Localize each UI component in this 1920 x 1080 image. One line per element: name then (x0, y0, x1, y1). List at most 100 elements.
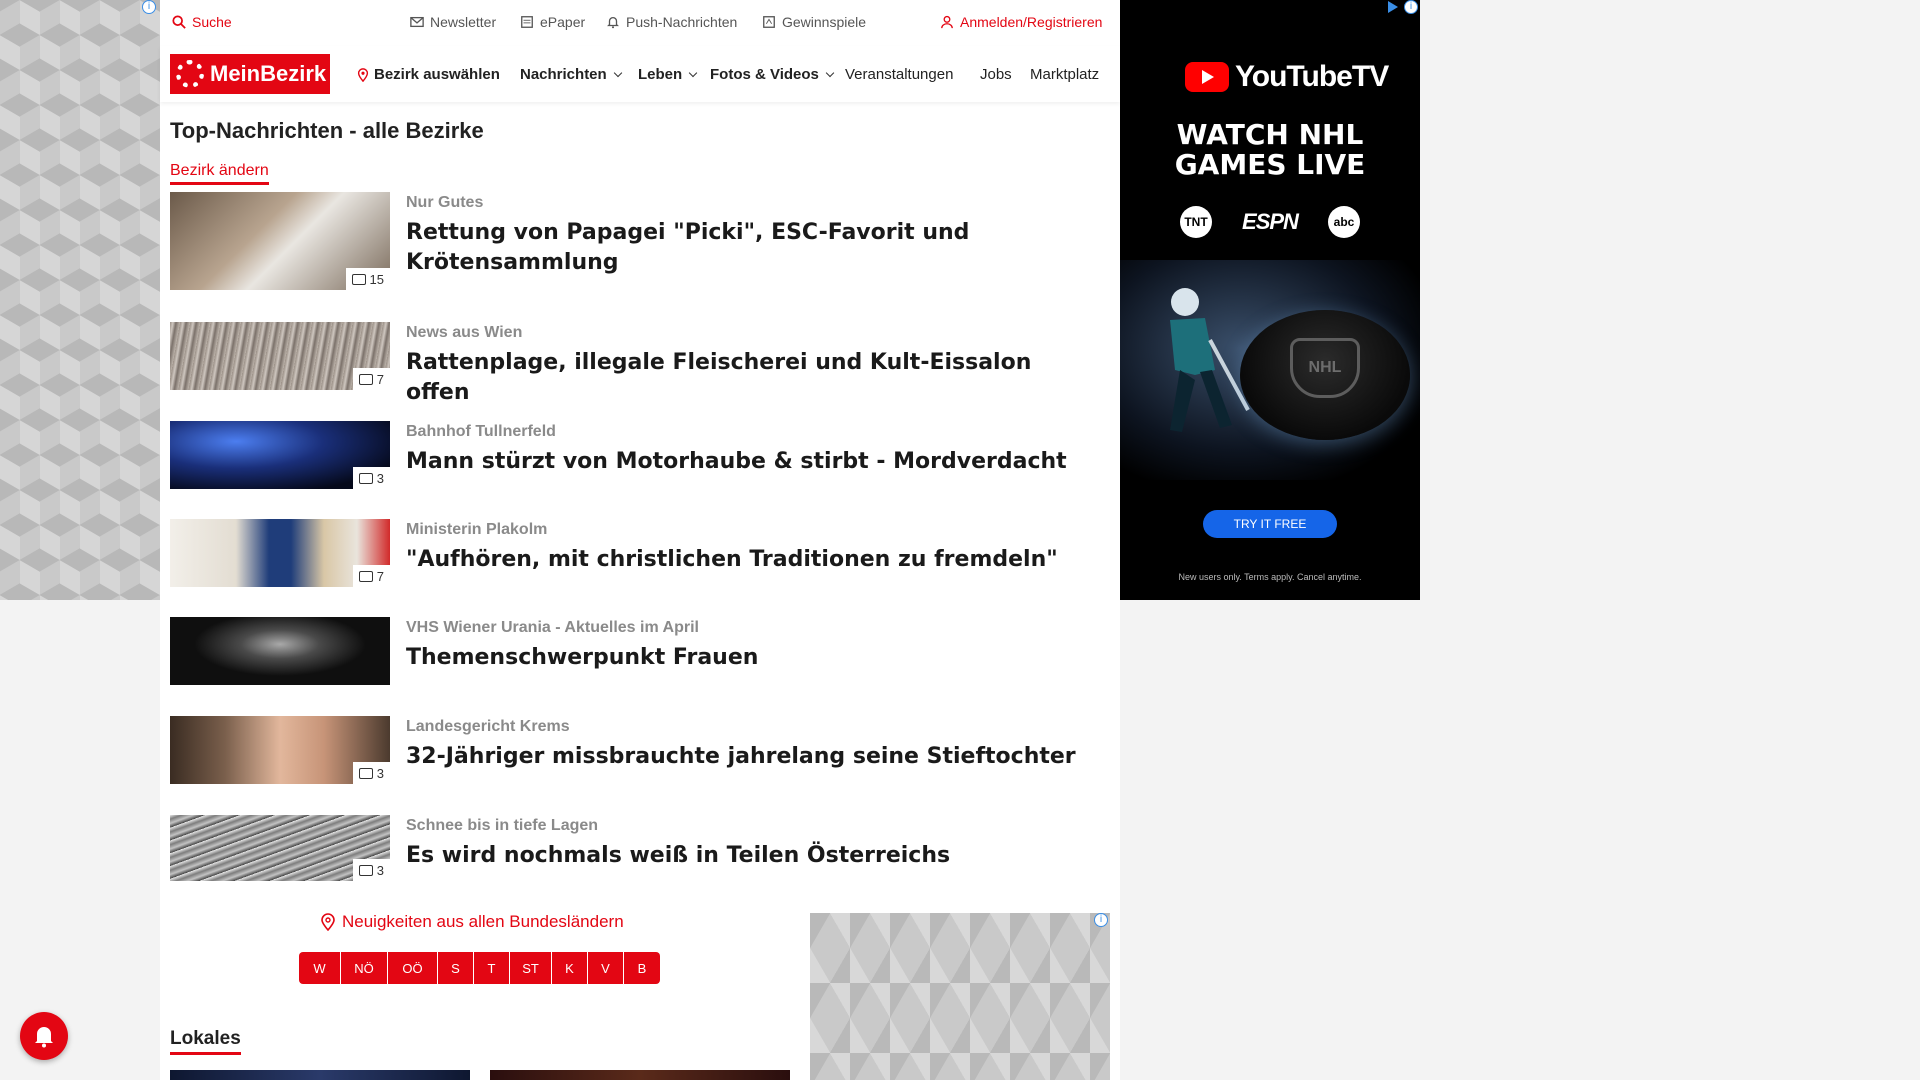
ad-info-icon[interactable]: i (142, 0, 156, 14)
article-kicker: VHS Wiener Urania - Aktuelles im April (406, 619, 699, 636)
nav-overflow-fade (1100, 46, 1120, 102)
push-link[interactable]: Push-Nachrichten (606, 14, 737, 30)
nav-item-nachrichten[interactable]: Nachrichten (520, 66, 622, 83)
article-headline[interactable]: Themenschwerpunkt Frauen (406, 643, 1096, 673)
article-image[interactable]: 3 (170, 815, 390, 881)
state-button-st[interactable]: ST (510, 952, 552, 984)
article-item[interactable]: 3 Landesgericht Krems 32-Jähriger missbr… (170, 716, 1100, 784)
newsletter-link[interactable]: Newsletter (410, 14, 496, 30)
nav-item-fotos-videos[interactable]: Fotos & Videos (710, 66, 835, 83)
article-kicker: Bahnhof Tullnerfeld (406, 423, 556, 440)
states-heading[interactable]: Neuigkeiten aus allen Bundesländern (320, 912, 624, 932)
logo-text: MeinBezirk (210, 61, 327, 86)
article-image[interactable]: 3 (170, 716, 390, 784)
district-select-label: Bezirk auswählen (374, 66, 500, 83)
top-utility-bar: Suche Newsletter ePaper Push-Nachrichten… (160, 0, 1120, 46)
article-image[interactable] (170, 617, 390, 685)
state-button-ooe[interactable]: OÖ (388, 952, 438, 984)
article-item[interactable]: VHS Wiener Urania - Aktuelles im April T… (170, 617, 1100, 685)
gallery-icon (358, 472, 373, 484)
gallery-count: 7 (376, 371, 384, 387)
gallery-count: 3 (376, 470, 384, 486)
gallery-icon (358, 864, 373, 876)
article-headline[interactable]: Rettung von Papagei "Picki", ESC-Favorit… (406, 218, 1096, 278)
ad-headline-line: GAMES LIVE (1174, 148, 1366, 181)
local-article-image[interactable] (170, 1070, 470, 1080)
site-logo[interactable]: MeinBezirk (170, 54, 330, 94)
district-select[interactable]: Bezirk auswählen (356, 66, 500, 83)
article-headline[interactable]: Rattenplage, illegale Fleischerei und Ku… (406, 348, 1096, 408)
nav-label: Fotos & Videos (710, 66, 819, 83)
try-it-free-button[interactable]: TRY IT FREE (1203, 510, 1337, 538)
notification-bell-button[interactable] (20, 1012, 68, 1060)
gallery-icon (358, 767, 373, 779)
prize-icon (763, 16, 775, 28)
sidebar-ad-placeholder[interactable] (810, 913, 1110, 1080)
article-kicker: Nur Gutes (406, 194, 484, 211)
youtube-tv-ad[interactable]: YouTubeTV WATCH NHL GAMES LIVE TNT ESPN … (1120, 0, 1420, 600)
ad-info-icon[interactable]: i (1404, 0, 1418, 14)
state-button-noe[interactable]: NÖ (341, 952, 388, 984)
espn-logo: ESPN (1242, 209, 1299, 234)
search-link[interactable]: Suche (172, 14, 232, 30)
login-link[interactable]: Anmelden/Registrieren (940, 14, 1102, 30)
gallery-icon (358, 373, 373, 385)
lokales-heading: Lokales (170, 1028, 241, 1055)
article-image[interactable]: 3 (170, 421, 390, 489)
ad-headline-line: WATCH NHL (1176, 118, 1364, 151)
article-item[interactable]: 7 Ministerin Plakolm "Aufhören, mit chri… (170, 519, 1100, 587)
article-image[interactable]: 15 (170, 192, 390, 290)
search-label: Suche (192, 14, 232, 30)
gallery-count: 15 (369, 271, 384, 287)
nav-item-marktplatz[interactable]: Marktplatz (1030, 66, 1099, 83)
bell-icon (35, 1027, 53, 1048)
chevron-down-icon (825, 68, 835, 77)
article-item[interactable]: 3 Schnee bis in tiefe Lagen Es wird noch… (170, 815, 1100, 881)
change-district-link[interactable]: Bezirk ändern (170, 162, 269, 185)
article-image[interactable]: 7 (170, 322, 390, 390)
hockey-artwork: NHL (1120, 260, 1420, 480)
gallery-badge: 3 (352, 762, 390, 784)
state-button-b[interactable]: B (624, 952, 660, 984)
ad-info-icon[interactable]: i (1094, 913, 1108, 927)
local-article-image[interactable] (490, 1070, 790, 1080)
push-label: Push-Nachrichten (626, 14, 738, 30)
article-headline[interactable]: 32-Jähriger missbrauchte jahrelang seine… (406, 742, 1096, 772)
article-kicker: Landesgericht Krems (406, 718, 570, 735)
article-kicker: Ministerin Plakolm (406, 521, 548, 538)
ad-choices-icon[interactable] (1388, 1, 1398, 13)
states-button-row: W NÖ OÖ S T ST K V B (299, 952, 660, 984)
article-headline[interactable]: Es wird nochmals weiß in Teilen Österrei… (406, 841, 1096, 871)
gallery-badge: 7 (352, 368, 390, 390)
mail-icon (410, 16, 424, 28)
article-item[interactable]: 15 Nur Gutes Rettung von Papagei "Picki"… (170, 192, 1100, 290)
article-headline[interactable]: Mann stürzt von Motorhaube & stirbt - Mo… (406, 447, 1096, 477)
gallery-count: 3 (376, 765, 384, 781)
article-item[interactable]: 7 News aus Wien Rattenplage, illegale Fl… (170, 322, 1100, 405)
state-button-s[interactable]: S (438, 952, 474, 984)
article-item[interactable]: 3 Bahnhof Tullnerfeld Mann stürzt von Mo… (170, 421, 1100, 489)
nav-item-leben[interactable]: Leben (638, 66, 698, 83)
games-link[interactable]: Gewinnspiele (762, 14, 866, 30)
nav-item-veranstaltungen[interactable]: Veranstaltungen (845, 66, 953, 83)
nav-label: Nachrichten (520, 66, 607, 83)
state-button-k[interactable]: K (552, 952, 588, 984)
ad-headline: WATCH NHL GAMES LIVE (1120, 120, 1420, 180)
epaper-link[interactable]: ePaper (520, 14, 585, 30)
gallery-badge: 3 (352, 467, 390, 489)
nav-item-jobs[interactable]: Jobs (980, 66, 1012, 83)
nav-label: Jobs (980, 66, 1012, 83)
logo-mark-icon (176, 60, 204, 88)
main-page: Suche Newsletter ePaper Push-Nachrichten… (160, 0, 1120, 1080)
state-button-t[interactable]: T (474, 952, 510, 984)
gallery-badge: 15 (345, 268, 390, 290)
abc-logo: abc (1327, 206, 1360, 238)
epaper-label: ePaper (540, 14, 586, 30)
article-image[interactable]: 7 (170, 519, 390, 587)
state-button-v[interactable]: V (588, 952, 624, 984)
state-button-w[interactable]: W (299, 952, 341, 984)
article-headline[interactable]: "Aufhören, mit christlichen Traditionen … (406, 545, 1096, 575)
nhl-shield-logo: NHL (1290, 338, 1360, 398)
tnt-logo: TNT (1180, 206, 1212, 238)
youtube-tv-logo: YouTubeTV (1185, 60, 1389, 94)
